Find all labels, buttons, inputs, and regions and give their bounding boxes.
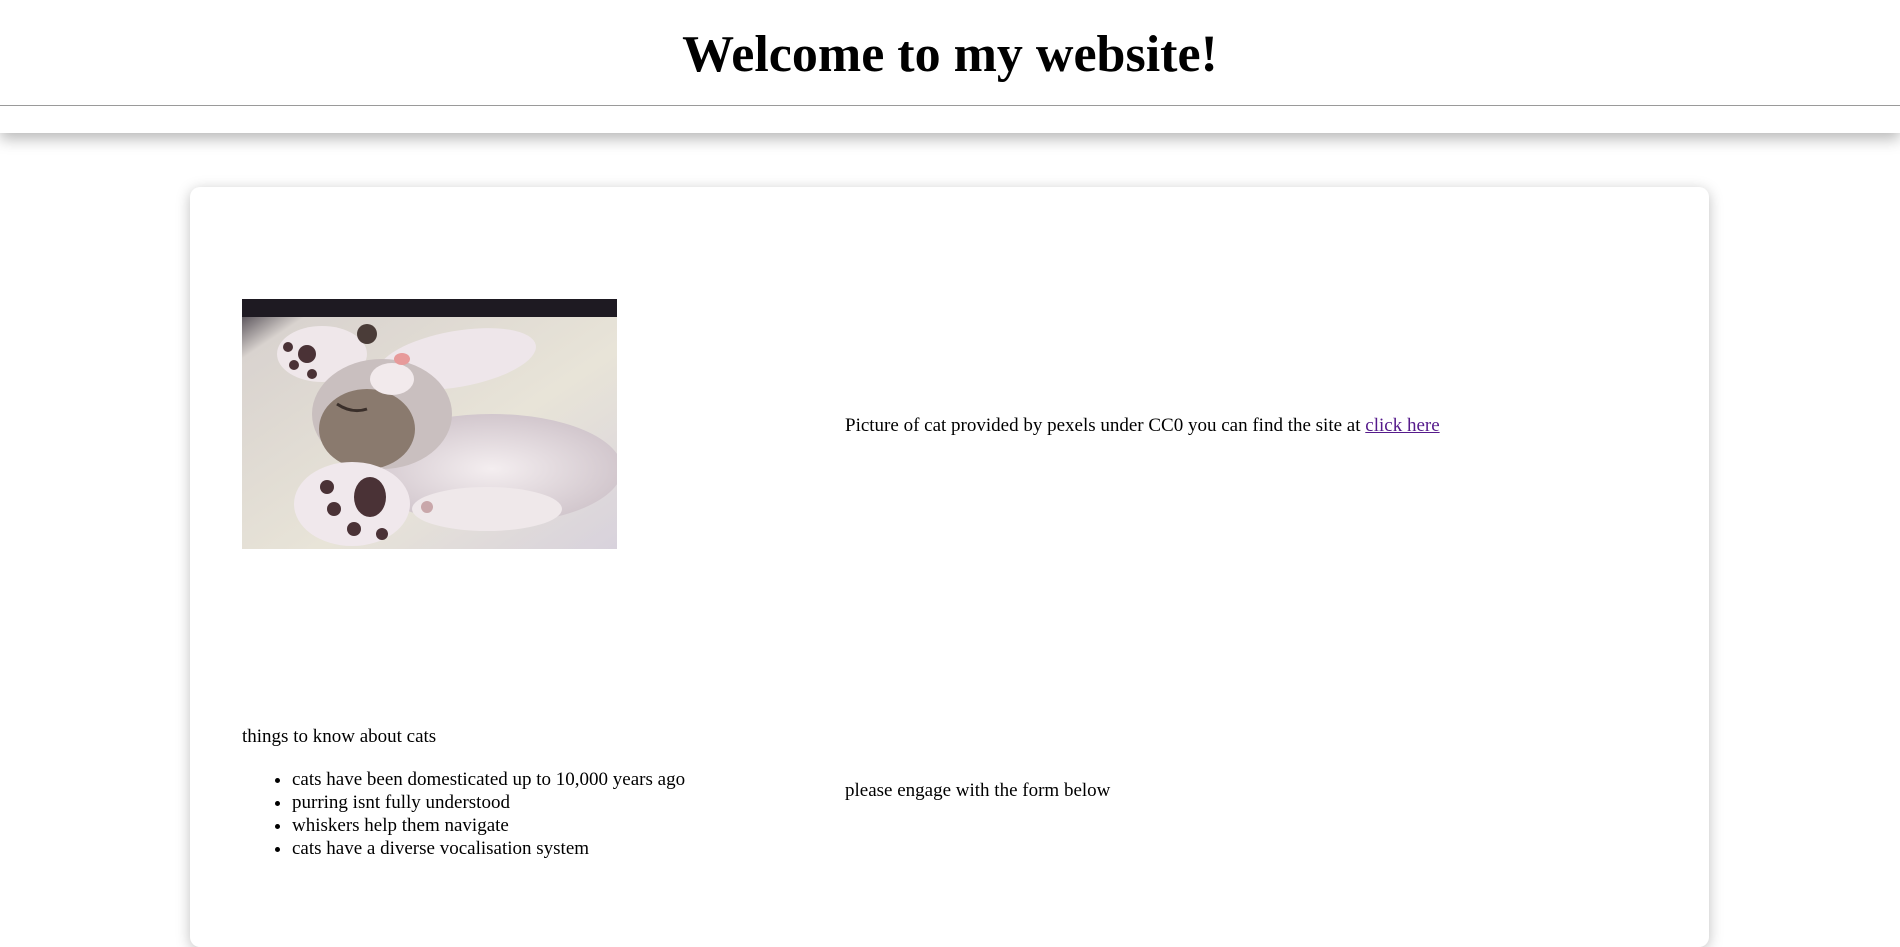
- list-item: cats have a diverse vocalisation system: [292, 837, 685, 860]
- kitten-image: [242, 299, 617, 549]
- list-item: purring isnt fully understood: [292, 791, 685, 814]
- page-title: Welcome to my website!: [682, 26, 1218, 83]
- facts-heading: things to know about cats: [242, 726, 437, 747]
- content-card: Picture of cat provided by pexels under …: [190, 187, 1709, 947]
- list-item: whiskers help them navigate: [292, 814, 685, 837]
- credit-text: Picture of cat provided by pexels under …: [845, 415, 1366, 436]
- cat-photo: [242, 299, 617, 549]
- pexels-link[interactable]: click here: [1365, 415, 1439, 436]
- photo-credit: Picture of cat provided by pexels under …: [845, 414, 1440, 438]
- form-prompt: please engage with the form below: [845, 780, 1111, 801]
- cat-facts-list: cats have been domesticated up to 10,000…: [242, 768, 685, 860]
- header-divider: [0, 105, 1900, 106]
- site-header: Welcome to my website!: [0, 0, 1900, 133]
- list-item: cats have been domesticated up to 10,000…: [292, 768, 685, 791]
